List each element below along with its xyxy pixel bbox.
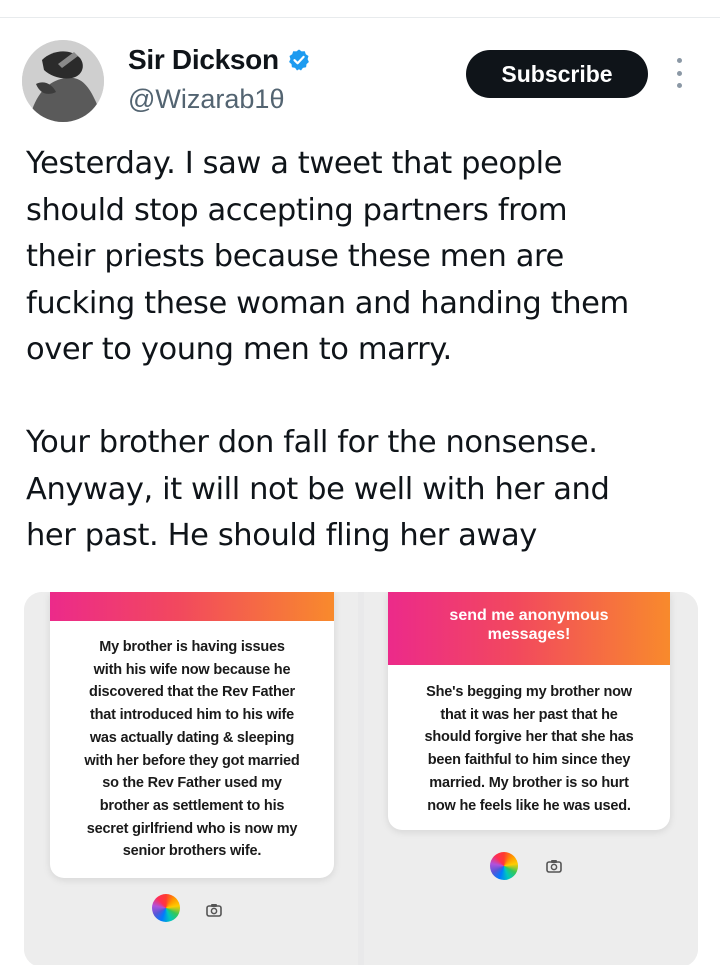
- tweet-line: Yesterday. I saw a tweet that people: [26, 146, 563, 181]
- media-image-right[interactable]: send me anonymous messages! She's beggin…: [364, 592, 698, 965]
- story-question-card: My brother is having issues with his wif…: [50, 592, 334, 878]
- tweet-line: fucking these woman and handing them: [26, 285, 629, 321]
- card-line: with her before they got married: [84, 752, 300, 769]
- card-line: married. My brother is so hurt: [429, 774, 629, 791]
- card-line: now he feels like he was used.: [427, 797, 631, 814]
- card-line: brother as settlement to his: [99, 797, 285, 814]
- card-line: My brother is having issues: [99, 639, 285, 655]
- author-name-row: Sir Dickson: [128, 44, 311, 76]
- color-wheel-icon: [152, 894, 180, 922]
- card-line: been faithful to him since they: [427, 752, 631, 769]
- more-vertical-icon[interactable]: [670, 58, 688, 88]
- card-banner: send me anonymous messages!: [388, 592, 670, 665]
- verified-badge-icon: [288, 49, 309, 71]
- story-question-card: send me anonymous messages! She's beggin…: [388, 592, 670, 830]
- tweet-text: Yesterday. I saw a tweet that people sho…: [26, 141, 706, 560]
- card-line: with his wife now because he: [93, 661, 291, 678]
- card-message: My brother is having issues with his wif…: [50, 621, 334, 863]
- tweet-line: her past. He should fling her away: [26, 518, 537, 553]
- media-image-left[interactable]: My brother is having issues with his wif…: [24, 592, 358, 965]
- tweet-line: over to young men to marry.: [26, 332, 452, 367]
- card-line: that introduced him to his wife: [89, 707, 295, 724]
- camera-icon: [206, 904, 222, 917]
- author-handle[interactable]: @Wizarab1θ: [128, 84, 284, 115]
- subscribe-button[interactable]: Subscribe: [466, 50, 648, 98]
- tweet-line: their priests because these men are: [26, 239, 564, 274]
- card-line: should forgive her that she has: [424, 729, 634, 746]
- card-line: She's begging my brother now: [426, 684, 632, 700]
- banner-line: messages!: [487, 626, 571, 643]
- tweet-line: should stop accepting partners from: [26, 192, 568, 228]
- more-dot: [676, 70, 682, 76]
- banner-line: send me anonymous: [449, 607, 609, 624]
- card-banner: [50, 592, 334, 621]
- more-dot: [676, 83, 682, 88]
- card-line: was actually dating & sleeping: [89, 729, 295, 746]
- author-avatar[interactable]: [22, 40, 104, 122]
- more-dot: [676, 58, 682, 63]
- top-divider: [0, 17, 720, 18]
- avatar-image: [22, 40, 104, 122]
- card-line: so the Rev Father used my: [102, 775, 282, 792]
- card-line: that it was her past that he: [440, 706, 618, 723]
- tweet-media-grid[interactable]: My brother is having issues with his wif…: [24, 592, 698, 965]
- tweet-line: Your brother don fall for the nonsense.: [26, 425, 598, 460]
- author-display-name[interactable]: Sir Dickson: [128, 44, 279, 76]
- tweet-line: Anyway, it will not be well with her and: [26, 471, 610, 507]
- card-message: She's begging my brother now that it was…: [388, 665, 670, 817]
- card-line: discovered that the Rev Father: [89, 684, 295, 701]
- card-line: senior brothers wife.: [122, 843, 262, 860]
- card-line: secret girlfriend who is now my: [86, 820, 298, 837]
- camera-icon: [546, 860, 562, 873]
- color-wheel-icon: [490, 852, 518, 880]
